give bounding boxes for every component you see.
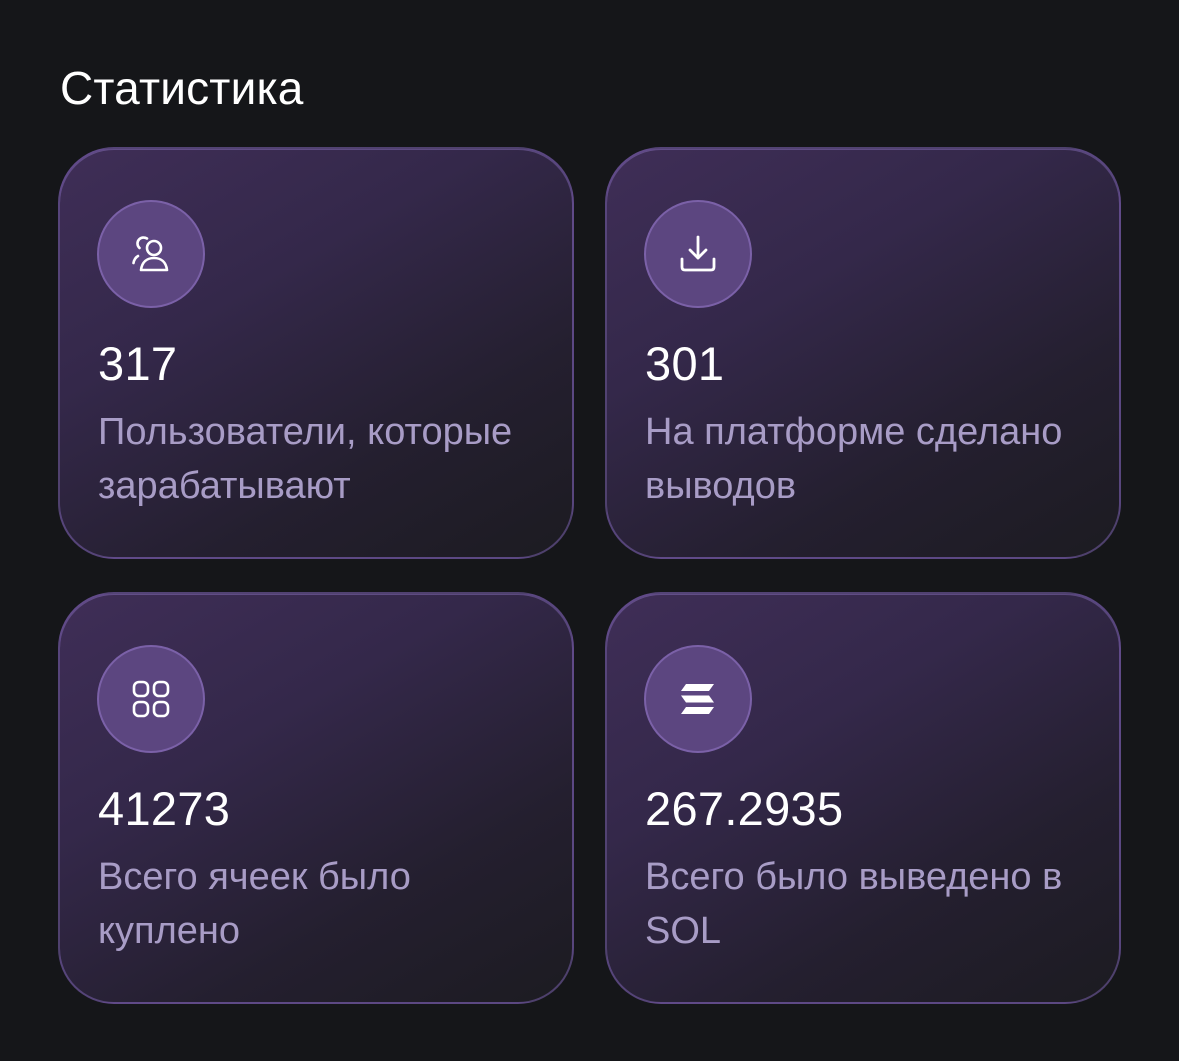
- stat-label: Всего было выведено в SOL: [645, 856, 1063, 952]
- stat-value: 317: [98, 337, 178, 390]
- stat-label: Пользователи, которые зарабатывают: [98, 411, 513, 507]
- stat-value: 267.2935: [645, 782, 844, 835]
- stat-value: 301: [645, 337, 725, 390]
- download-icon: [644, 200, 752, 308]
- page-title: Статистика: [60, 62, 304, 114]
- grid-icon: [97, 645, 205, 753]
- stat-value: 41273: [98, 782, 231, 835]
- stat-card-users: 317 Пользователи, которые зарабатывают: [58, 147, 574, 559]
- stat-card-sol: 267.2935 Всего было выведено в SOL: [605, 592, 1121, 1004]
- stat-label: На платформе сделано выводов: [645, 411, 1063, 507]
- stat-card-cells: 41273 Всего ячеек было куплено: [58, 592, 574, 1004]
- stat-label: Всего ячеек было куплено: [98, 856, 411, 952]
- solana-icon: [644, 645, 752, 753]
- stat-card-withdrawals: 301 На платформе сделано выводов: [605, 147, 1121, 559]
- users-icon: [97, 200, 205, 308]
